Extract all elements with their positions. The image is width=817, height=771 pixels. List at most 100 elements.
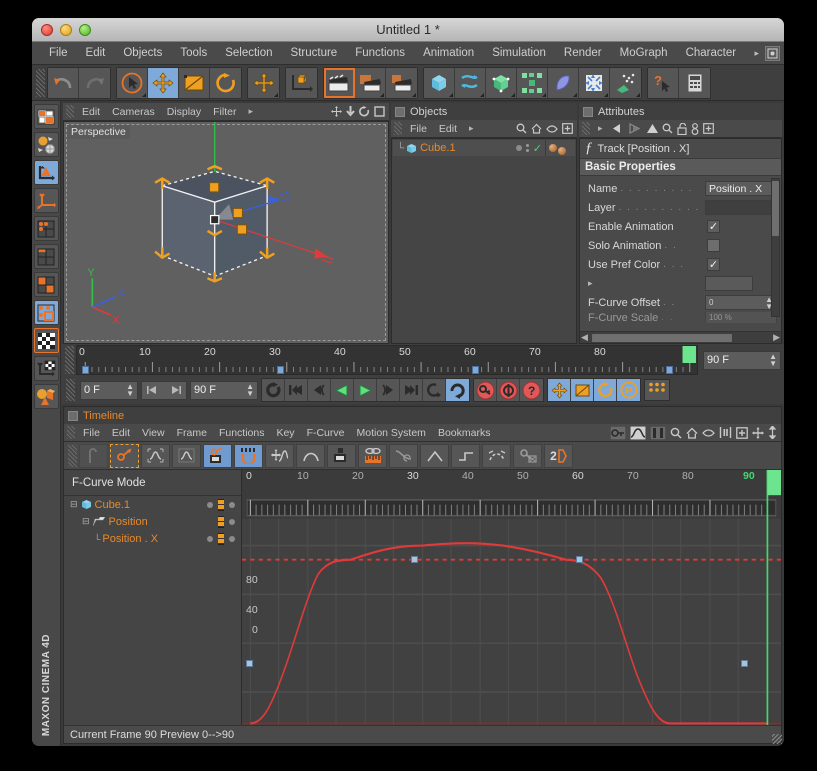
menu-edit[interactable]: Edit xyxy=(77,42,115,65)
transport-grip[interactable] xyxy=(66,379,75,401)
menu-animation[interactable]: Animation xyxy=(414,42,483,65)
render-visibility-dots[interactable] xyxy=(525,144,529,152)
layer-field[interactable] xyxy=(705,200,777,215)
viewport-menu-cameras[interactable]: Cameras xyxy=(106,106,161,118)
world-axis-button[interactable] xyxy=(33,188,59,213)
objects-menu-edit[interactable]: Edit xyxy=(433,123,463,135)
end-frame-field[interactable]: 90 F ▲ ▼ xyxy=(190,380,258,400)
back-arrow-icon[interactable] xyxy=(612,123,625,134)
up-arrow-icon[interactable] xyxy=(646,123,659,134)
attributes-grip[interactable] xyxy=(582,122,590,135)
editor-visibility-dot[interactable] xyxy=(515,145,522,151)
tree-row-cube[interactable]: ⊟ Cube.1 xyxy=(64,496,241,513)
keyframe-handle-0[interactable] xyxy=(246,660,253,667)
tree-row-controls[interactable] xyxy=(207,532,241,545)
menu-tools[interactable]: Tools xyxy=(171,42,216,65)
timeline-grip[interactable] xyxy=(67,426,75,439)
soft-curve-button[interactable] xyxy=(296,443,325,468)
fcurve-scale-field[interactable]: 100 % xyxy=(705,312,777,323)
render-region-button[interactable] xyxy=(355,67,386,98)
left-toolbar[interactable]: MAXON CINEMA 4D xyxy=(32,101,61,746)
track-dot[interactable] xyxy=(229,535,235,542)
step-back-button[interactable] xyxy=(308,379,331,401)
eye-icon[interactable] xyxy=(702,428,715,437)
color-expander-icon[interactable]: ▸ xyxy=(588,278,593,289)
go-to-end-button[interactable] xyxy=(400,379,423,401)
record-active-objects-button[interactable] xyxy=(423,379,446,401)
attributes-overflow-arrow-icon[interactable]: ▸ xyxy=(592,123,609,134)
deformer-button[interactable] xyxy=(33,384,59,409)
timebar-key-marker[interactable] xyxy=(277,366,284,374)
animation-layer-icon[interactable] xyxy=(218,515,224,528)
add-array-button[interactable] xyxy=(517,67,548,98)
main-toolbar[interactable]: ? xyxy=(32,65,784,101)
attributes-horizontal-scrollbar[interactable]: ◀ ▶ xyxy=(580,331,781,343)
viewport-menu-bar[interactable]: Edit Cameras Display Filter ▸ xyxy=(63,103,389,121)
calculator-button[interactable] xyxy=(679,67,710,98)
menu-overflow-arrow-icon[interactable]: ▸ xyxy=(748,48,765,59)
fcurve-graph[interactable]: 0 10 20 30 40 50 60 70 80 90 80 40 0 xyxy=(242,470,781,725)
lock-icon[interactable] xyxy=(676,122,687,135)
timeline-menu-frame[interactable]: Frame xyxy=(171,427,213,439)
object-axis-button[interactable] xyxy=(33,160,59,185)
go-to-start-button[interactable] xyxy=(285,379,308,401)
plus-box-icon[interactable] xyxy=(562,123,573,134)
step-back-small-icon[interactable] xyxy=(146,385,160,395)
timeline-menu-key[interactable]: Key xyxy=(270,427,300,439)
objects-menu-bar[interactable]: File Edit ▸ xyxy=(391,120,577,138)
layout-presets-button[interactable] xyxy=(33,104,59,129)
search-icon[interactable] xyxy=(516,123,527,134)
spinner-icon[interactable]: ▲ ▼ xyxy=(246,383,254,398)
use-pref-color-checkbox[interactable]: ✓ xyxy=(707,258,720,271)
tree-row-controls[interactable] xyxy=(218,515,241,528)
playback-buttons[interactable] xyxy=(261,378,470,402)
timeline-collapse-box[interactable] xyxy=(68,410,78,421)
linear-button[interactable] xyxy=(420,443,449,468)
point-mode-button[interactable] xyxy=(33,216,59,241)
key-channel-buttons[interactable]: P xyxy=(547,378,641,402)
spline-button[interactable] xyxy=(482,443,511,468)
render-preview-button[interactable] xyxy=(33,132,59,157)
timeline-menu-fcurve[interactable]: F-Curve xyxy=(301,427,351,439)
menu-render[interactable]: Render xyxy=(555,42,611,65)
current-frame-field[interactable]: 0 F ▲ ▼ xyxy=(80,380,138,400)
rotate-viewport-icon[interactable] xyxy=(359,106,370,117)
timeline-menu-view[interactable]: View xyxy=(136,427,171,439)
new-track-button[interactable] xyxy=(79,443,108,468)
key-display-button[interactable] xyxy=(327,443,356,468)
frame-step-buttons[interactable] xyxy=(141,380,187,400)
parameter-key-button[interactable]: P xyxy=(617,379,640,401)
step-button[interactable] xyxy=(451,443,480,468)
keyframe-handle-60[interactable] xyxy=(576,556,583,563)
record-button[interactable] xyxy=(474,379,497,401)
scroll-right-arrow-icon[interactable]: ▶ xyxy=(773,332,780,343)
attributes-panel-collapse-box[interactable] xyxy=(583,106,593,117)
tag-icon[interactable] xyxy=(549,144,557,152)
timeline-menu-file[interactable]: File xyxy=(77,427,106,439)
timebar-key-marker[interactable] xyxy=(472,366,479,374)
tree-row-position[interactable]: ⊟ Position xyxy=(64,513,241,530)
viewport-menu-filter[interactable]: Filter xyxy=(207,106,242,118)
color-swatch[interactable] xyxy=(705,276,753,291)
home-icon[interactable] xyxy=(531,123,542,134)
live-selection-button[interactable] xyxy=(117,67,148,98)
menu-file[interactable]: File xyxy=(40,42,77,65)
point-level-animation-button[interactable] xyxy=(644,379,670,401)
spinner-icon[interactable]: ▲ ▼ xyxy=(126,383,134,398)
texture-axis-button[interactable] xyxy=(33,356,59,381)
expand-collapse-icon[interactable]: ⊟ xyxy=(82,516,90,527)
select-keys-button[interactable] xyxy=(110,443,139,468)
timebar-end-field[interactable]: 90 F ▲ ▼ xyxy=(703,350,781,370)
timeline-toolbar-grip[interactable] xyxy=(68,444,77,467)
menu-simulation[interactable]: Simulation xyxy=(483,42,555,65)
fcurve-offset-field[interactable]: 0 ▲ ▼ xyxy=(705,295,777,310)
region-tool-button[interactable] xyxy=(141,443,170,468)
scale-tool-button[interactable] xyxy=(179,67,210,98)
move-value-button[interactable] xyxy=(265,443,294,468)
timeline-menu-edit[interactable]: Edit xyxy=(106,427,136,439)
window-resize-grip[interactable] xyxy=(772,734,782,744)
fullscreen-viewport-icon[interactable] xyxy=(374,106,385,117)
add-spline-button[interactable] xyxy=(455,67,486,98)
viewport-menu-edit[interactable]: Edit xyxy=(76,106,106,118)
fcurve-mode-icon[interactable] xyxy=(630,425,646,440)
